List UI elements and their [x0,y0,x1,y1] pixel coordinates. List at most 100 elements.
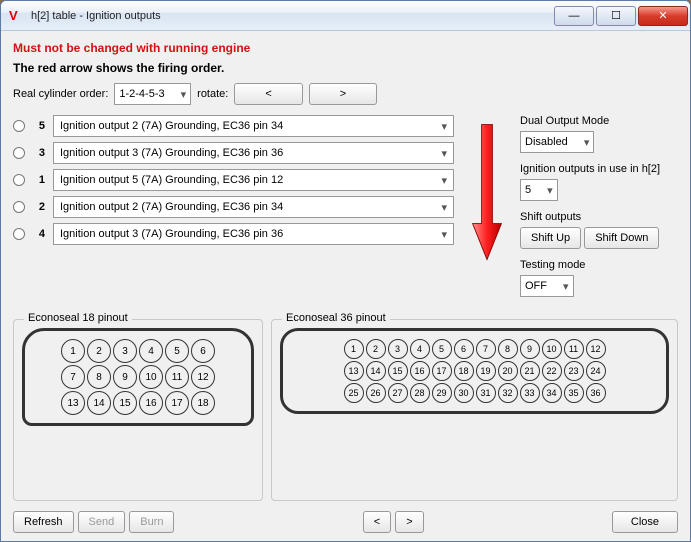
chevron-down-icon: ▾ [441,147,447,160]
testing-mode-value: OFF [525,280,547,292]
output-number: 4 [33,228,45,240]
output-select[interactable]: Ignition output 3 (7A) Grounding, EC36 p… [53,142,454,164]
pin: 13 [344,361,364,381]
chevron-down-icon: ▾ [441,120,447,133]
pin: 5 [165,339,189,363]
pin: 6 [454,339,474,359]
rotate-right-button[interactable]: > [309,83,377,105]
close-footer-button[interactable]: Close [612,511,678,533]
inuse-value: 5 [525,184,531,196]
output-row: 1 Ignition output 5 (7A) Grounding, EC36… [13,169,454,191]
pin: 3 [388,339,408,359]
output-row: 4 Ignition output 3 (7A) Grounding, EC36… [13,223,454,245]
chevron-down-icon: ▾ [441,228,447,241]
chevron-down-icon: ▾ [181,88,187,101]
cylinder-order-row: Real cylinder order: 1-2-4-5-3 ▾ rotate:… [13,83,678,105]
pinouts-row: Econoseal 18 pinout 12345678910111213141… [13,319,678,501]
shift-outputs-label: Shift outputs [520,211,678,223]
pin: 30 [454,383,474,403]
pin: 7 [61,365,85,389]
next-button[interactable]: > [395,511,423,533]
output-select-value: Ignition output 3 (7A) Grounding, EC36 p… [60,228,283,240]
dual-output-value: Disabled [525,136,568,148]
chevron-down-icon: ▾ [441,174,447,187]
pin: 8 [87,365,111,389]
burn-button[interactable]: Burn [129,511,174,533]
pin: 11 [564,339,584,359]
pin: 15 [113,391,137,415]
close-button[interactable]: ✕ [638,6,688,26]
pin: 9 [113,365,137,389]
send-button[interactable]: Send [78,511,126,533]
dual-output-select[interactable]: Disabled▾ [520,131,594,153]
app-icon: V [9,8,25,24]
titlebar: V h[2] table - Ignition outputs — ☐ ✕ [1,1,690,31]
output-number: 2 [33,201,45,213]
window-title: h[2] table - Ignition outputs [31,10,552,22]
cylinder-order-value: 1-2-4-5-3 [119,88,164,100]
output-radio[interactable] [13,147,25,159]
rotate-left-button[interactable]: < [234,83,302,105]
output-select-value: Ignition output 2 (7A) Grounding, EC36 p… [60,201,283,213]
output-radio[interactable] [13,174,25,186]
dual-output-label: Dual Output Mode [520,115,678,127]
output-number: 5 [33,120,45,132]
pin: 28 [410,383,430,403]
output-row: 5 Ignition output 2 (7A) Grounding, EC36… [13,115,454,137]
pin: 20 [498,361,518,381]
output-select-value: Ignition output 5 (7A) Grounding, EC36 p… [60,174,283,186]
pin: 10 [139,365,163,389]
pin: 4 [410,339,430,359]
firing-order-arrow-column [462,115,512,307]
maximize-button[interactable]: ☐ [596,6,636,26]
pin: 12 [586,339,606,359]
testing-mode-select[interactable]: OFF ▾ [520,275,574,297]
output-select[interactable]: Ignition output 3 (7A) Grounding, EC36 p… [53,223,454,245]
pin: 35 [564,383,584,403]
refresh-button[interactable]: Refresh [13,511,74,533]
pin: 5 [432,339,452,359]
pin: 13 [61,391,85,415]
chevron-down-icon: ▾ [563,280,569,293]
minimize-button[interactable]: — [554,6,594,26]
output-radio[interactable] [13,120,25,132]
pin: 27 [388,383,408,403]
pin: 9 [520,339,540,359]
arrow-down-icon [469,121,505,265]
pin: 7 [476,339,496,359]
output-select[interactable]: Ignition output 2 (7A) Grounding, EC36 p… [53,115,454,137]
client-area: Must not be changed with running engine … [1,31,690,541]
output-row: 3 Ignition output 3 (7A) Grounding, EC36… [13,142,454,164]
prev-button[interactable]: < [363,511,391,533]
shift-down-button[interactable]: Shift Down [584,227,659,249]
rotate-label: rotate: [197,88,228,100]
pin: 12 [191,365,215,389]
pin: 8 [498,339,518,359]
pin: 29 [432,383,452,403]
output-row: 2 Ignition output 2 (7A) Grounding, EC36… [13,196,454,218]
pin: 17 [432,361,452,381]
shift-up-button[interactable]: Shift Up [520,227,581,249]
output-number: 3 [33,147,45,159]
econoseal-36-fieldset: Econoseal 36 pinout 12345678910111213141… [271,319,678,501]
side-column: Dual Output Mode Disabled▾ Ignition outp… [520,115,678,307]
pin: 24 [586,361,606,381]
pin: 25 [344,383,364,403]
output-select[interactable]: Ignition output 5 (7A) Grounding, EC36 p… [53,169,454,191]
pin: 21 [520,361,540,381]
outputs-column: 5 Ignition output 2 (7A) Grounding, EC36… [13,115,454,307]
output-radio[interactable] [13,228,25,240]
cylinder-order-select[interactable]: 1-2-4-5-3 ▾ [114,83,191,105]
testing-mode-label: Testing mode [520,259,678,271]
pin: 15 [388,361,408,381]
pin: 1 [344,339,364,359]
output-select[interactable]: Ignition output 2 (7A) Grounding, EC36 p… [53,196,454,218]
pin: 6 [191,339,215,363]
subhead-text: The red arrow shows the firing order. [13,61,678,75]
inuse-select[interactable]: 5▾ [520,179,558,201]
pin: 33 [520,383,540,403]
output-radio[interactable] [13,201,25,213]
pin: 18 [191,391,215,415]
pin: 14 [87,391,111,415]
pin: 23 [564,361,584,381]
